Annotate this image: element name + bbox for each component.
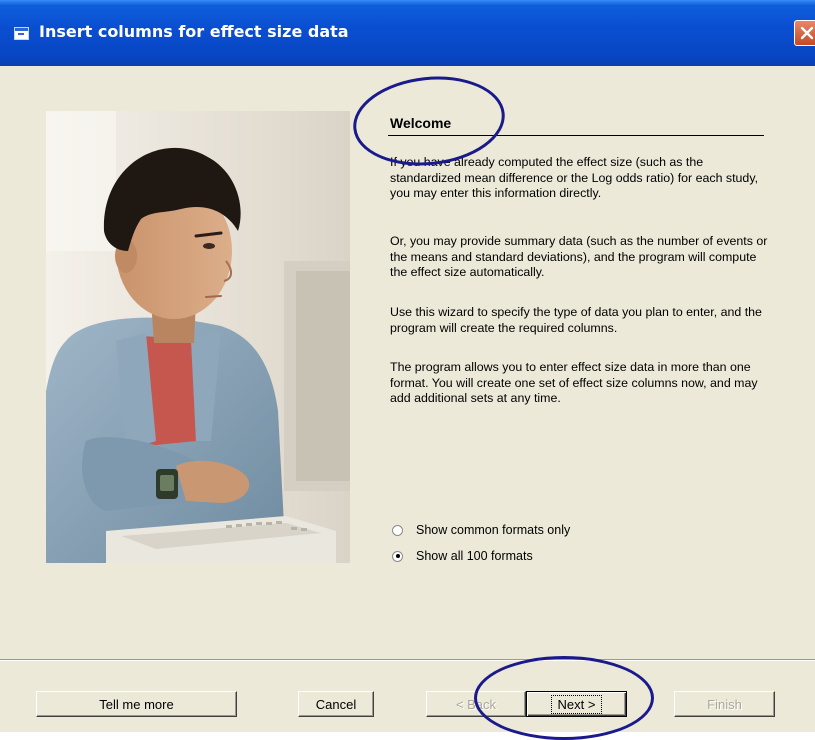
- tell-me-more-label: Tell me more: [99, 696, 174, 712]
- cancel-label: Cancel: [315, 696, 357, 712]
- title-bar[interactable]: Insert columns for effect size data: [0, 0, 815, 66]
- cancel-button[interactable]: Cancel: [298, 691, 374, 717]
- close-icon: [800, 26, 814, 40]
- radio-label: Show common formats only: [416, 523, 571, 537]
- finish-label: Finish: [707, 696, 742, 712]
- intro-paragraph-3: Use this wizard to specify the type of d…: [390, 305, 762, 335]
- intro-paragraph-1: If you have already computed the effect …: [390, 155, 759, 200]
- back-label: < Back: [455, 696, 497, 712]
- radio-button-unchecked[interactable]: [392, 524, 403, 536]
- welcome-heading: Welcome: [390, 115, 452, 131]
- next-button[interactable]: Next >: [526, 691, 627, 717]
- radio-common-formats[interactable]: Show common formats only: [392, 523, 570, 537]
- close-button[interactable]: [794, 20, 815, 46]
- button-bar-divider-highlight: [0, 660, 815, 661]
- intro-paragraph-4: The program allows you to enter effect s…: [390, 360, 758, 405]
- window-icon: [14, 27, 29, 40]
- heading-divider: [388, 135, 764, 136]
- window-title: Insert columns for effect size data: [39, 22, 349, 41]
- radio-all-formats[interactable]: Show all 100 formats: [392, 549, 533, 563]
- wizard-illustration: [46, 111, 350, 563]
- next-label: Next >: [550, 694, 603, 714]
- finish-button[interactable]: Finish: [674, 691, 775, 717]
- tell-me-more-button[interactable]: Tell me more: [36, 691, 237, 717]
- intro-paragraph-2: Or, you may provide summary data (such a…: [390, 234, 768, 279]
- back-button[interactable]: < Back: [426, 691, 526, 717]
- radio-label: Show all 100 formats: [416, 549, 533, 563]
- radio-button-checked[interactable]: [392, 550, 403, 562]
- wizard-dialog: Insert columns for effect size data Welc…: [0, 0, 815, 740]
